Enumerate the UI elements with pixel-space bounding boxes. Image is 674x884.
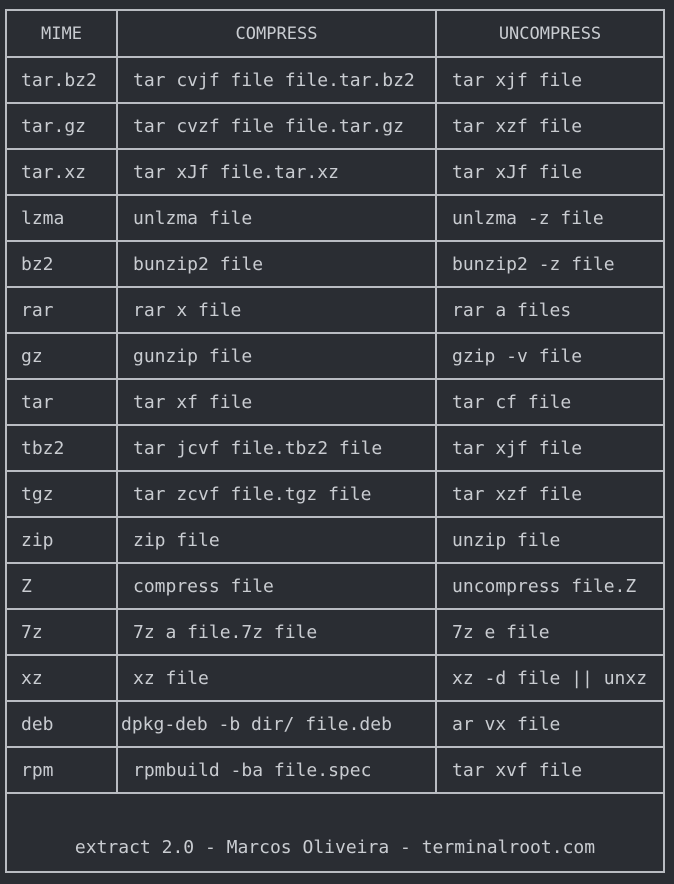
mime-cell: gz <box>7 332 118 380</box>
compress-cell: tar cvjf file file.tar.bz2 <box>116 56 437 104</box>
mime-cell: tgz <box>7 470 118 518</box>
mime-cell: rpm <box>7 746 118 794</box>
uncompress-cell: rar a files <box>435 286 663 334</box>
compress-cell: rpmbuild -ba file.spec <box>116 746 437 794</box>
uncompress-cell: unlzma -z file <box>435 194 663 242</box>
compress-cell: tar jcvf file.tbz2 file <box>116 424 437 472</box>
uncompress-cell: tar xJf file <box>435 148 663 196</box>
table-row: tbz2 tar jcvf file.tbz2 file tar xjf file <box>7 424 663 472</box>
mime-cell: tbz2 <box>7 424 118 472</box>
table-row: tar.xz tar xJf file.tar.xz tar xJf file <box>7 148 663 196</box>
footer-credit: extract 2.0 - Marcos Oliveira - terminal… <box>74 837 596 858</box>
table-row: tar.gz tar cvzf file file.tar.gz tar xzf f… <box>7 102 663 150</box>
mime-cell: xz <box>7 654 118 702</box>
uncompress-cell: tar xzf file <box>435 102 663 150</box>
table-row: zip zip file unzip file <box>7 516 663 564</box>
compress-cell: xz file <box>116 654 437 702</box>
mime-cell: zip <box>7 516 118 564</box>
mime-cell: Z <box>7 562 118 610</box>
compress-cell: tar cvzf file file.tar.gz <box>116 102 437 150</box>
mime-cell: tar.bz2 <box>7 56 118 104</box>
uncompress-cell: unzip file <box>435 516 663 564</box>
uncompress-cell: tar xjf file <box>435 424 663 472</box>
table-row: rpm rpmbuild -ba file.spec tar xvf file <box>7 746 663 794</box>
uncompress-cell: ar vx file <box>435 700 663 748</box>
header-mime: MIME <box>7 11 118 58</box>
compress-cell: dpkg-deb -b dir/ file.deb <box>116 700 437 748</box>
table-row: xz xz file xz -d file || unxz <box>7 654 663 702</box>
uncompress-cell: tar xzf file <box>435 470 663 518</box>
compress-cell: tar zcvf file.tgz file <box>116 470 437 518</box>
uncompress-cell: uncompress file.Z <box>435 562 663 610</box>
mime-cell: bz2 <box>7 240 118 288</box>
header-compress: COMPRESS <box>116 11 437 58</box>
compress-cell: rar x file <box>116 286 437 334</box>
header-uncompress: UNCOMPRESS <box>435 11 663 58</box>
compress-cell: zip file <box>116 516 437 564</box>
mime-cell: tar.xz <box>7 148 118 196</box>
compress-cell: compress file <box>116 562 437 610</box>
table-row: gz gunzip file gzip -v file <box>7 332 663 380</box>
table-row: rar rar x file rar a files <box>7 286 663 334</box>
uncompress-cell: bunzip2 -z file <box>435 240 663 288</box>
table-row: tgz tar zcvf file.tgz file tar xzf file <box>7 470 663 518</box>
table-row: tar.bz2 tar cvjf file file.tar.bz2 tar xjf… <box>7 56 663 104</box>
compress-cell: bunzip2 file <box>116 240 437 288</box>
table-row: bz2 bunzip2 file bunzip2 -z file <box>7 240 663 288</box>
mime-cell: lzma <box>7 194 118 242</box>
uncompress-cell: gzip -v file <box>435 332 663 380</box>
table-row: lzma unlzma file unlzma -z file <box>7 194 663 242</box>
compress-cell: unlzma file <box>116 194 437 242</box>
table-row: 7z 7z a file.7z file 7z e file <box>7 608 663 656</box>
compress-cell: gunzip file <box>116 332 437 380</box>
uncompress-cell: tar xvf file <box>435 746 663 794</box>
uncompress-cell: xz -d file || unxz <box>435 654 663 702</box>
table-header-row: MIME COMPRESS UNCOMPRESS <box>7 11 663 58</box>
compress-cell: 7z a file.7z file <box>116 608 437 656</box>
mime-cell: 7z <box>7 608 118 656</box>
mime-commands-table: MIME COMPRESS UNCOMPRESS tar.bz2 tar cvjf… <box>7 11 663 794</box>
uncompress-cell: 7z e file <box>435 608 663 656</box>
table-row: Zcompress file uncompress file.Z <box>7 562 663 610</box>
compress-cell: tar xf file <box>116 378 437 426</box>
uncompress-cell: tar xjf file <box>435 56 663 104</box>
mime-cell: tar.gz <box>7 102 118 150</box>
terminal-table-frame: MIME COMPRESS UNCOMPRESS tar.bz2 tar cvjf… <box>5 9 665 873</box>
table-row: deb dpkg-deb -b dir/ file.deb ar vx file <box>7 700 663 748</box>
table-row: tar tar xf file tar cf file <box>7 378 663 426</box>
mime-cell: deb <box>7 700 118 748</box>
uncompress-cell: tar cf file <box>435 378 663 426</box>
mime-cell: rar <box>7 286 118 334</box>
compress-cell: tar xJf file.tar.xz <box>116 148 437 196</box>
mime-cell: tar <box>7 378 118 426</box>
